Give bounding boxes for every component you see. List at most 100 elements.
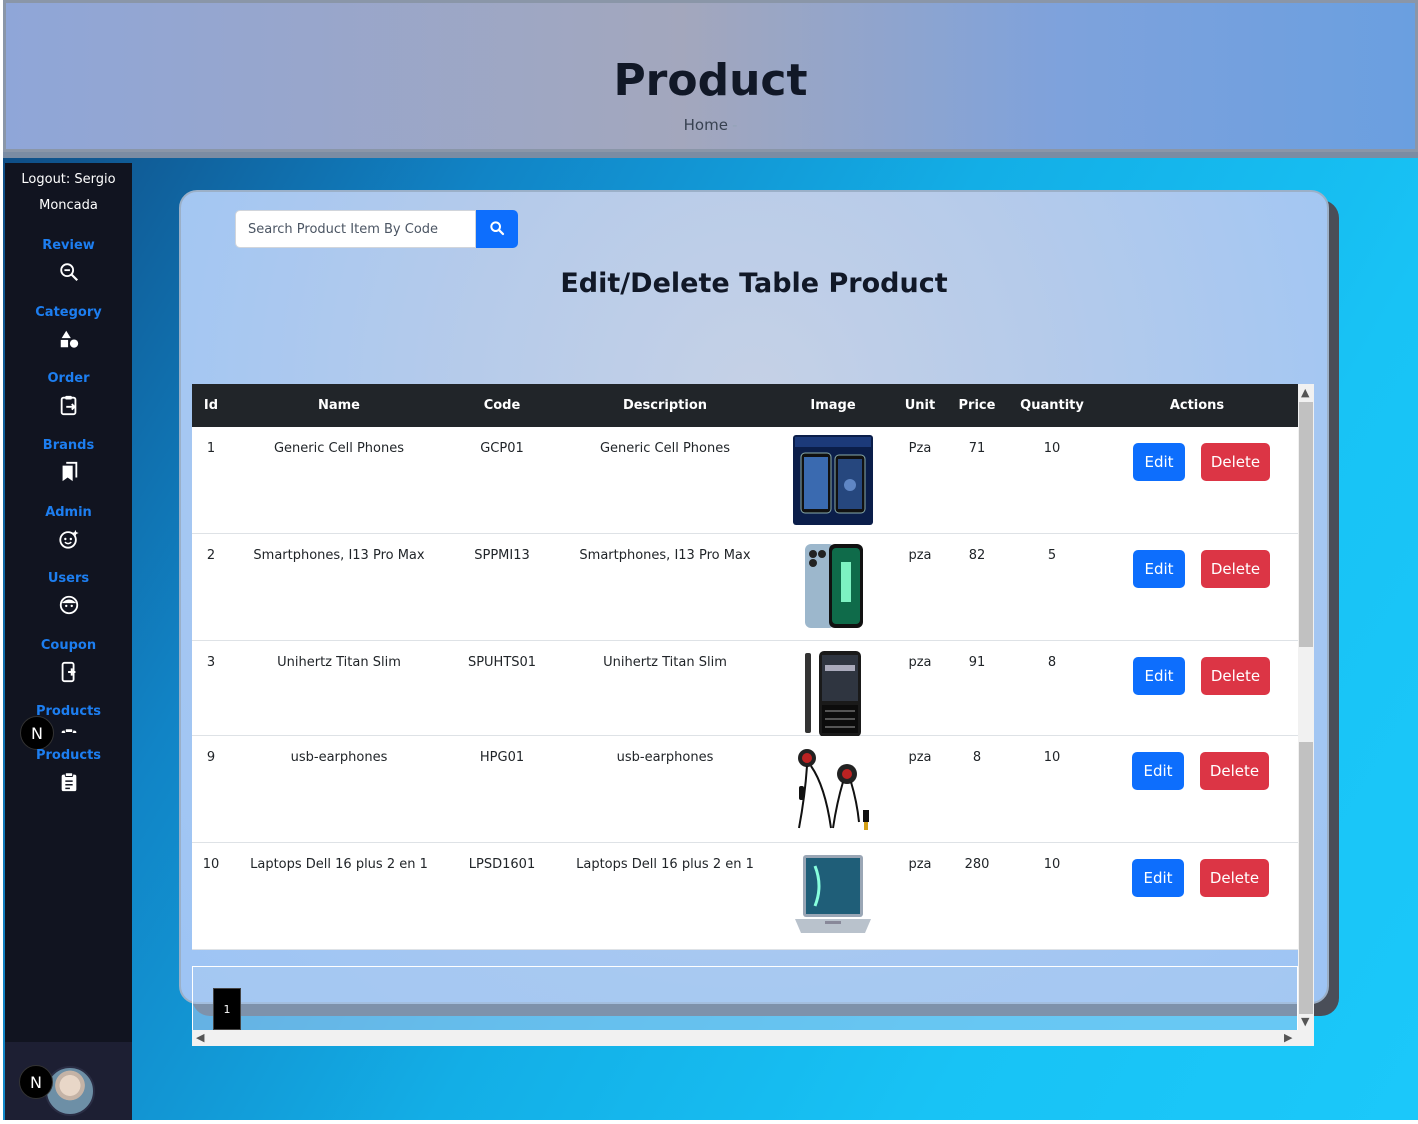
cell-unit: pza bbox=[908, 548, 932, 563]
cell-price: 280 bbox=[964, 857, 990, 872]
table-row: 10 Laptops Dell 16 plus 2 en 1 LPSD1601 … bbox=[192, 843, 1298, 950]
sidebar-item-users[interactable]: Users bbox=[5, 570, 132, 616]
column-header-code: Code bbox=[483, 398, 521, 413]
edit-button[interactable]: Edit bbox=[1133, 443, 1185, 481]
table-row: 3 Unihertz Titan Slim SPUHTS01 Unihertz … bbox=[192, 641, 1298, 739]
product-image bbox=[793, 435, 873, 525]
edit-button[interactable]: Edit bbox=[1133, 550, 1185, 588]
sidebar-item-label: Order bbox=[47, 371, 90, 386]
cell-quantity: 10 bbox=[1043, 857, 1061, 872]
breadcrumb-home-link[interactable]: Home bbox=[684, 116, 728, 134]
cell-unit: pza bbox=[908, 655, 932, 670]
cell-id: 10 bbox=[202, 857, 220, 872]
cell-unit: pza bbox=[908, 857, 932, 872]
scroll-up-arrow-icon[interactable]: ▲ bbox=[1301, 386, 1309, 399]
delete-button[interactable]: Delete bbox=[1201, 550, 1270, 588]
column-header-unit: Unit bbox=[904, 398, 936, 413]
table-row: 2 Smartphones, I13 Pro Max SPPMI13 Smart… bbox=[192, 534, 1298, 641]
cell-unit: Pza bbox=[908, 441, 932, 456]
delete-button[interactable]: Delete bbox=[1200, 752, 1269, 790]
sidebar-item-category[interactable]: Category bbox=[5, 304, 132, 350]
cell-quantity: 5 bbox=[1047, 548, 1057, 563]
cell-description: Unihertz Titan Slim bbox=[603, 655, 727, 670]
face-icon bbox=[58, 594, 80, 616]
cell-unit: pza bbox=[908, 750, 932, 765]
logout-link[interactable]: Logout: Sergio Moncada bbox=[5, 167, 132, 219]
table-header: Id Name Code Description Image Unit Pric… bbox=[192, 384, 1298, 427]
cell-description: Laptops Dell 16 plus 2 en 1 bbox=[576, 857, 754, 872]
face-smile-sparkle-icon bbox=[58, 528, 80, 550]
product-image bbox=[793, 649, 873, 739]
column-header-quantity: Quantity bbox=[1020, 398, 1084, 413]
cell-price: 82 bbox=[968, 548, 986, 563]
cell-id: 1 bbox=[206, 441, 216, 456]
table-row: 1 Generic Cell Phones GCP01 Generic Cell… bbox=[192, 427, 1298, 534]
sidebar-item-coupon[interactable]: Coupon bbox=[5, 637, 132, 683]
n-badge-icon[interactable]: N bbox=[19, 1065, 53, 1099]
edit-button[interactable]: Edit bbox=[1132, 752, 1184, 790]
page-title: Product bbox=[613, 55, 808, 106]
cell-quantity: 10 bbox=[1043, 441, 1061, 456]
product-image bbox=[793, 744, 873, 834]
cell-description: Smartphones, I13 Pro Max bbox=[579, 548, 751, 563]
cell-name: Smartphones, I13 Pro Max bbox=[253, 548, 425, 563]
search-icon bbox=[489, 220, 505, 239]
delete-button[interactable]: Delete bbox=[1201, 657, 1270, 695]
sidebar-item-products-2[interactable]: Products bbox=[5, 747, 132, 793]
table-row: 9 usb-earphones HPG01 usb-earphones pza … bbox=[192, 736, 1298, 843]
sidebar-item-label: Review bbox=[42, 238, 95, 253]
scroll-left-arrow-icon[interactable]: ◀ bbox=[196, 1031, 204, 1044]
sidebar-item-label: Coupon bbox=[40, 638, 97, 653]
scroll-right-arrow-icon[interactable]: ▶ bbox=[1284, 1031, 1292, 1044]
shapes-icon bbox=[58, 328, 80, 350]
cell-name: usb-earphones bbox=[290, 750, 388, 765]
cell-price: 91 bbox=[968, 655, 986, 670]
breadcrumb-separator: - bbox=[731, 116, 738, 134]
bookmarks-icon bbox=[58, 461, 80, 483]
sidebar-item-brands[interactable]: Brands bbox=[5, 437, 132, 483]
edit-button[interactable]: Edit bbox=[1133, 657, 1185, 695]
column-header-actions: Actions bbox=[1169, 398, 1225, 413]
sidebar-item-order[interactable]: Order bbox=[5, 370, 132, 416]
vertical-scrollbar-thumb[interactable] bbox=[1299, 402, 1313, 647]
clipboard-arrow-icon bbox=[58, 394, 80, 416]
cell-name: Laptops Dell 16 plus 2 en 1 bbox=[250, 857, 428, 872]
pagination-bar bbox=[192, 966, 1298, 1030]
sidebar-item-admin[interactable]: Admin bbox=[5, 504, 132, 550]
cell-description: usb-earphones bbox=[616, 750, 714, 765]
cell-id: 9 bbox=[206, 750, 216, 765]
sidebar-item-label: Products bbox=[35, 748, 102, 763]
breadcrumb: Home - bbox=[6, 116, 1415, 134]
cell-description: Generic Cell Phones bbox=[599, 441, 731, 456]
clipboard-list-icon bbox=[58, 771, 80, 793]
sidebar-item-review[interactable]: Review bbox=[5, 237, 132, 283]
cell-id: 3 bbox=[206, 655, 216, 670]
vertical-scrollbar-thumb[interactable] bbox=[1299, 742, 1313, 1014]
scroll-down-arrow-icon[interactable]: ▼ bbox=[1301, 1015, 1309, 1028]
edit-button[interactable]: Edit bbox=[1132, 859, 1184, 897]
column-header-image: Image bbox=[810, 398, 856, 413]
cell-quantity: 10 bbox=[1043, 750, 1061, 765]
clipboard-list-icon bbox=[58, 727, 80, 733]
page-header: Product Home - bbox=[3, 0, 1418, 152]
page-button[interactable]: 1 bbox=[213, 988, 241, 1030]
cell-code: SPUHTS01 bbox=[467, 655, 537, 670]
horizontal-scrollbar[interactable] bbox=[192, 1030, 1314, 1046]
n-badge-icon[interactable]: N bbox=[20, 716, 54, 750]
search-input[interactable] bbox=[235, 210, 476, 248]
cell-name: Generic Cell Phones bbox=[273, 441, 405, 456]
search-minus-icon bbox=[58, 261, 80, 283]
product-image bbox=[793, 542, 873, 632]
sidebar: Logout: Sergio Moncada Review Category O… bbox=[5, 163, 132, 1120]
cell-code: SPPMI13 bbox=[474, 548, 530, 563]
delete-button[interactable]: Delete bbox=[1200, 859, 1269, 897]
product-table: Id Name Code Description Image Unit Pric… bbox=[192, 384, 1314, 1046]
product-image bbox=[793, 851, 873, 941]
delete-button[interactable]: Delete bbox=[1201, 443, 1270, 481]
phone-plus-icon bbox=[58, 661, 80, 683]
sidebar-footer: N bbox=[5, 1042, 132, 1120]
avatar[interactable] bbox=[45, 1066, 95, 1116]
search-button[interactable] bbox=[476, 210, 518, 248]
column-header-name: Name bbox=[317, 398, 360, 413]
search-bar bbox=[235, 210, 518, 248]
